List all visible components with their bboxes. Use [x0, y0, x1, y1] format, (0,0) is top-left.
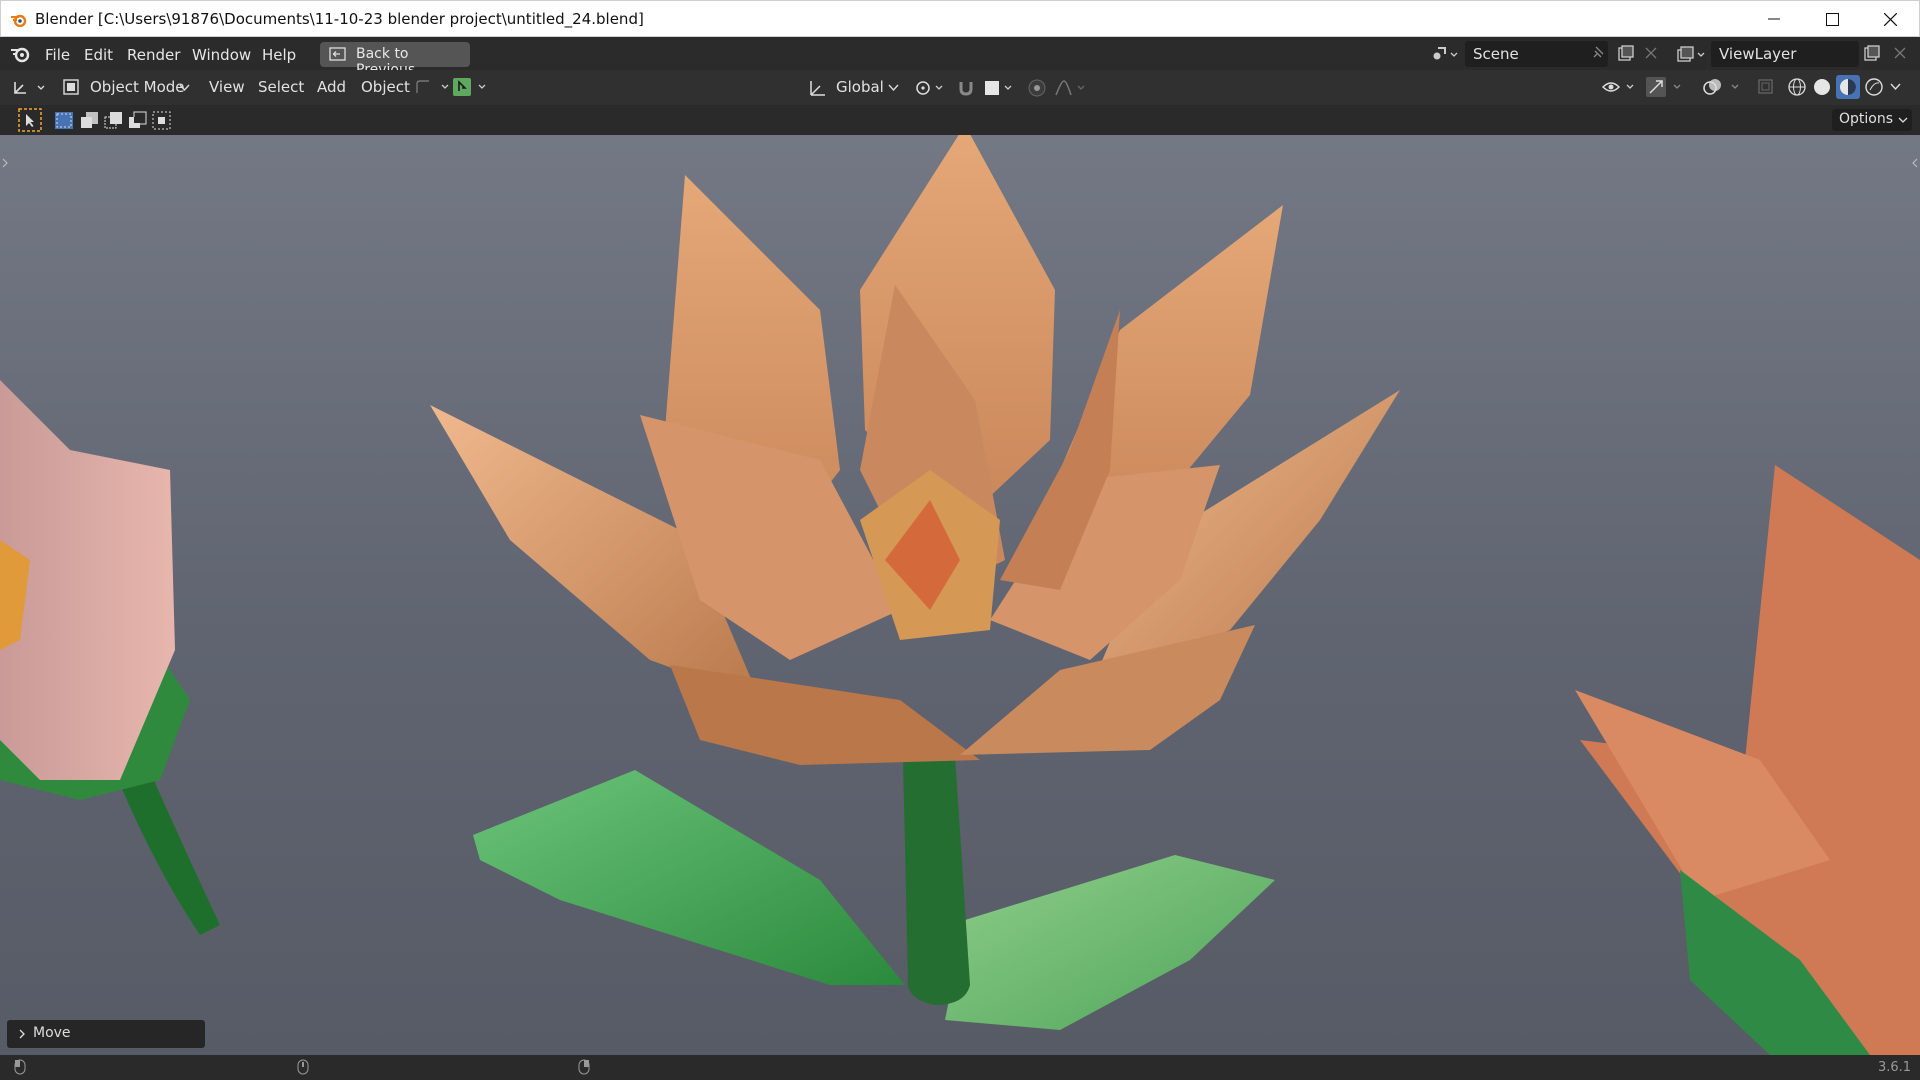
chevron-down-icon [1898, 117, 1908, 123]
chevron-right-icon [19, 1029, 25, 1039]
blender-version: 3.6.1 [1878, 1060, 1912, 1075]
material-preview-shading-icon[interactable] [1836, 75, 1860, 99]
solid-shading-icon[interactable] [1812, 77, 1832, 97]
center-petal-front-right [960, 625, 1255, 755]
gizmo-toggle-icon[interactable] [1645, 76, 1689, 98]
proportional-edit-toggle-icon[interactable] [1026, 77, 1048, 99]
visibility-eye-icon[interactable] [1601, 77, 1639, 97]
menu-file[interactable]: File [45, 46, 70, 64]
window-title: Blender [C:\Users\91876\Documents\11-10-… [35, 10, 644, 28]
close-button[interactable] [1861, 1, 1919, 37]
blender-logo-icon [11, 14, 27, 27]
snap-magnet-icon[interactable] [955, 77, 977, 99]
menu-add[interactable]: Add [317, 78, 346, 96]
scene-browse-icon[interactable] [1431, 45, 1459, 63]
tool-settings-bar [0, 105, 1920, 135]
back-screen-icon [329, 47, 346, 61]
maximize-button[interactable] [1803, 1, 1861, 37]
mouse-middle-icon [297, 1059, 309, 1075]
pin-icon[interactable] [1591, 46, 1605, 60]
viewlayer-name: ViewLayer [1719, 45, 1797, 63]
last-operator-label: Move [33, 1025, 71, 1041]
select-intersect-icon[interactable] [152, 111, 172, 130]
transform-orientation-icon [810, 81, 825, 96]
close-icon [1883, 12, 1897, 26]
minimize-icon [1768, 18, 1780, 20]
back-to-previous-button[interactable]: Back to Previous [320, 42, 470, 78]
shading-options-chevron-icon[interactable] [1890, 83, 1901, 91]
viewlayer-name-field[interactable]: ViewLayer [1711, 41, 1859, 67]
editor-type-icon[interactable] [12, 79, 48, 97]
menu-render[interactable]: Render [127, 46, 180, 64]
select-tool-icon[interactable] [18, 108, 44, 132]
select-new-icon[interactable] [54, 111, 74, 130]
minimize-button[interactable] [1745, 1, 1803, 37]
mouse-right-icon [578, 1059, 590, 1075]
object-mode-icon [63, 79, 79, 95]
options-label: Options [1839, 111, 1894, 127]
viewport-header: Object Mode View Select Add Object Globa… [0, 70, 1920, 105]
object-mode-dropdown[interactable]: Object Mode [90, 78, 185, 96]
scene-name-field[interactable]: Scene [1465, 41, 1608, 67]
chevron-down-icon [888, 84, 899, 92]
scene-name: Scene [1473, 45, 1519, 63]
blender-menu-icon[interactable] [10, 45, 30, 63]
last-operator-panel[interactable]: Move [7, 1020, 205, 1048]
snap-increment-icon[interactable] [983, 78, 1015, 98]
snap-target-icon[interactable] [414, 78, 452, 96]
rendered-shading-icon[interactable] [1864, 77, 1884, 97]
transform-pivot-icon[interactable] [914, 78, 946, 98]
menu-edit[interactable]: Edit [84, 46, 113, 64]
select-invert-icon[interactable] [128, 111, 148, 130]
delete-viewlayer-icon[interactable] [1894, 47, 1906, 59]
menu-object[interactable]: Object [361, 78, 410, 96]
options-dropdown[interactable]: Options [1832, 109, 1912, 131]
delete-scene-icon[interactable] [1645, 47, 1657, 59]
center-petal-front-left [670, 665, 980, 765]
status-bar: 3.6.1 [0, 1055, 1920, 1080]
viewport-scene-render [0, 135, 1920, 1055]
falloff-curve-icon[interactable] [1054, 78, 1090, 98]
select-subtract-icon[interactable] [104, 111, 124, 130]
menu-select[interactable]: Select [258, 78, 304, 96]
center-flower-right-leaf [945, 855, 1275, 1030]
maximize-icon [1825, 12, 1839, 26]
new-viewlayer-icon[interactable] [1864, 45, 1881, 61]
wireframe-shading-icon[interactable] [1787, 77, 1807, 97]
sidebar-expand-chevron-icon[interactable] [1911, 158, 1919, 168]
new-scene-icon[interactable] [1618, 45, 1635, 61]
toolbar-expand-chevron-icon[interactable] [1, 158, 9, 168]
transform-orientation-dropdown[interactable]: Global [836, 78, 884, 96]
menu-help[interactable]: Help [262, 46, 296, 64]
select-extend-icon[interactable] [80, 111, 100, 130]
center-flower-stem [903, 755, 970, 1005]
chevron-down-icon [179, 84, 190, 92]
proportional-editing-icon[interactable] [452, 77, 492, 97]
overlays-toggle-icon[interactable] [1702, 76, 1746, 98]
window-titlebar: Blender [C:\Users\91876\Documents\11-10-… [0, 0, 1920, 37]
center-flower-left-leaf [473, 770, 905, 985]
viewlayer-browse-icon[interactable] [1677, 45, 1707, 63]
menu-window[interactable]: Window [192, 46, 251, 64]
menu-view[interactable]: View [209, 78, 245, 96]
mouse-left-icon [14, 1059, 26, 1075]
xray-toggle-icon[interactable] [1757, 78, 1775, 96]
3d-viewport[interactable] [0, 135, 1920, 1055]
